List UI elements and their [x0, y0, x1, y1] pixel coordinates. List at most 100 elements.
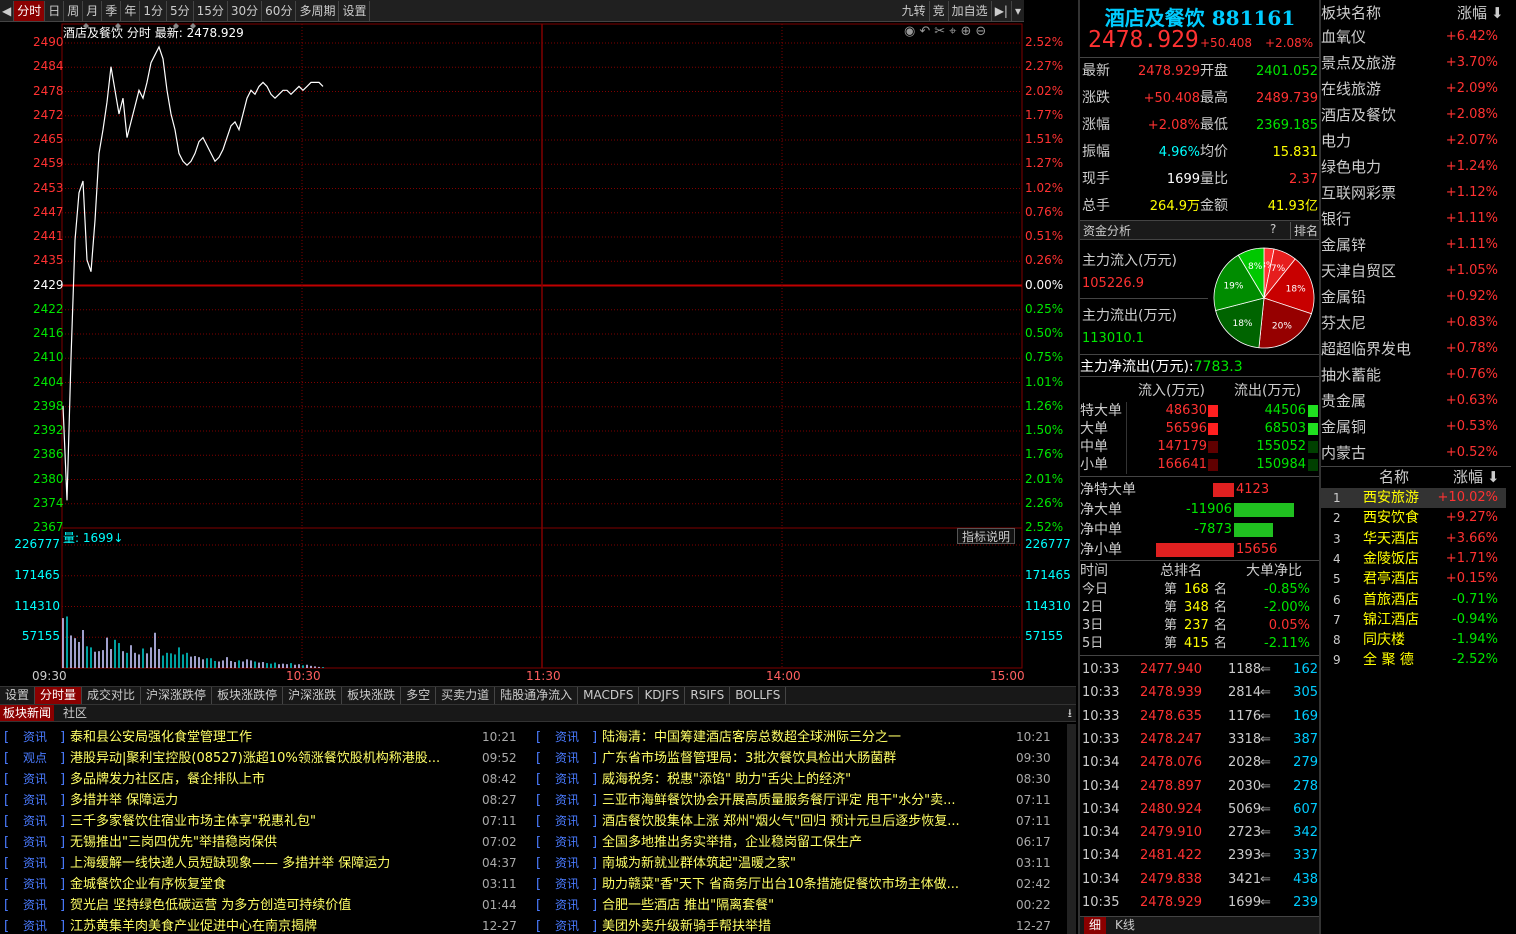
news-item[interactable]: [资讯] 贺光启 坚持绿色低碳运营 为多方创造可持续价值 01:44	[4, 895, 522, 916]
stock-header-name[interactable]: 名称	[1379, 467, 1409, 487]
news-title[interactable]: 港股异动|聚利宝控股(08527)涨超10%领涨餐饮股机构称港股...	[70, 748, 478, 769]
sector-item[interactable]: 金属锌 +1.11%	[1321, 232, 1506, 258]
goto-end-icon[interactable]: ▶|	[992, 1, 1012, 21]
sector-item[interactable]: 抽水蓄能 +0.76%	[1321, 362, 1506, 388]
news-item[interactable]: [资讯] 多措并举 保障运力 08:27	[4, 790, 522, 811]
sector-item[interactable]: 血氧仪 +6.42%	[1321, 24, 1506, 50]
indicator-tab-12[interactable]: RSIFS	[685, 687, 731, 704]
period-tab-1[interactable]: 日	[45, 0, 65, 21]
news-item[interactable]: [资讯] 南城为新就业群体筑起"温暖之家" 03:11	[536, 853, 1056, 874]
sector-item[interactable]: 内蒙古 +0.52%	[1321, 440, 1506, 466]
period-tab-3[interactable]: 月	[83, 0, 103, 21]
fund-help-button[interactable]: ?	[1270, 222, 1276, 236]
period-tab-7[interactable]: 5分	[167, 0, 194, 21]
indicator-tab-6[interactable]: 板块涨跌	[342, 687, 402, 704]
tab-kline[interactable]: K线	[1110, 917, 1140, 934]
news-item[interactable]: [资讯] 泰和县公安局强化食堂管理工作 10:21	[4, 727, 522, 748]
toolbar-right-item-0[interactable]: 九转	[899, 1, 930, 21]
indicator-tab-5[interactable]: 沪深涨跌	[283, 687, 343, 704]
sector-item[interactable]: 在线旅游 +2.09%	[1321, 76, 1506, 102]
news-scrollbar[interactable]	[1067, 724, 1076, 934]
news-item[interactable]: [资讯] 助力赣菜"香"天下 省商务厅出台10条措施促餐饮市场主体做... 02:4…	[536, 874, 1056, 895]
sort-desc-icon[interactable]: ⬇	[1491, 0, 1504, 26]
period-tab-4[interactable]: 季	[102, 0, 122, 21]
sector-item[interactable]: 互联网彩票 +1.12%	[1321, 180, 1506, 206]
news-item[interactable]: [资讯] 三亚市海鲜餐饮协会开展高质量服务餐厅评定 甩干"水分"卖... 07:11	[536, 790, 1056, 811]
dropdown-icon[interactable]: ▾	[1012, 1, 1024, 21]
news-item[interactable]: [资讯] 美团外卖升级新骑手帮扶举措 12-27	[536, 916, 1056, 934]
news-title[interactable]: 威海税务：税惠"添馅" 助力"舌尖上的经济"	[602, 769, 1010, 790]
indicator-help-button[interactable]: 指标说明	[957, 528, 1016, 544]
sector-item[interactable]: 银行 +1.11%	[1321, 206, 1506, 232]
sector-item[interactable]: 景点及旅游 +3.70%	[1321, 50, 1506, 76]
news-item[interactable]: [资讯] 广东省市场监督管理局：3批次餐饮具检出大肠菌群 09:30	[536, 748, 1056, 769]
sector-header-name[interactable]: 板块名称	[1321, 0, 1381, 26]
news-item[interactable]: [资讯] 全国多地推出务实举措，企业稳岗留工保生产 06:17	[536, 832, 1056, 853]
news-item[interactable]: [资讯] 金城餐饮企业有序恢复堂食 03:11	[4, 874, 522, 895]
period-tab-2[interactable]: 周	[64, 0, 84, 21]
stock-item[interactable]: 5 君亭酒店 +0.15%	[1321, 569, 1506, 589]
indicator-tab-3[interactable]: 沪深涨跌停	[141, 687, 213, 704]
stock-item[interactable]: 8 同庆楼 -1.94%	[1321, 630, 1506, 650]
news-item[interactable]: [资讯] 合肥一些酒店 推出"隔离套餐" 00:22	[536, 895, 1056, 916]
sector-item[interactable]: 金属铜 +0.53%	[1321, 414, 1506, 440]
fund-rank-button[interactable]: 排名	[1290, 222, 1318, 239]
tab-community[interactable]: 社区	[60, 705, 90, 721]
news-title[interactable]: 多措并举 保障运力	[70, 790, 478, 811]
indicator-tab-13[interactable]: BOLLFS	[730, 687, 787, 704]
news-item[interactable]: [资讯] 酒店餐饮股集体上涨 郑州"烟火气"回归 预计元旦后逐步恢复... 07:1…	[536, 811, 1056, 832]
indicator-tab-1[interactable]: 分时量	[35, 687, 83, 704]
stock-item[interactable]: 7 锦江酒店 -0.94%	[1321, 610, 1506, 630]
period-tab-12[interactable]: 设置	[339, 0, 371, 21]
indicator-tab-7[interactable]: 多空	[401, 687, 437, 704]
sector-item[interactable]: 天津自贸区 +1.05%	[1321, 258, 1506, 284]
period-tab-5[interactable]: 年	[121, 0, 141, 21]
period-tab-8[interactable]: 15分	[194, 0, 228, 21]
stock-item[interactable]: 4 金陵饭店 +1.71%	[1321, 549, 1506, 569]
news-title[interactable]: 多品牌发力社区店，餐企排队上市	[70, 769, 478, 790]
sector-item[interactable]: 超超临界发电 +0.78%	[1321, 336, 1506, 362]
period-tab-6[interactable]: 1分	[140, 0, 167, 21]
news-title[interactable]: 合肥一些酒店 推出"隔离套餐"	[602, 895, 1010, 916]
news-title[interactable]: 广东省市场监督管理局：3批次餐饮具检出大肠菌群	[602, 748, 1010, 769]
download-icon[interactable]: ⭳	[1068, 705, 1072, 721]
stock-item[interactable]: 2 西安饮食 +9.27%	[1321, 508, 1506, 528]
indicator-tab-0[interactable]: 设置	[0, 687, 36, 704]
news-item[interactable]: [资讯] 上海缓解一线快递人员短缺现象—— 多措并举 保障运力 04:37	[4, 853, 522, 874]
sort-desc-icon[interactable]: ⬇	[1487, 467, 1500, 487]
news-title[interactable]: 贺光启 坚持绿色低碳运营 为多方创造可持续价值	[70, 895, 478, 916]
indicator-tab-2[interactable]: 成交对比	[82, 687, 142, 704]
back-arrow-icon[interactable]: ◀	[0, 0, 15, 21]
stock-item[interactable]: 6 首旅酒店 -0.71%	[1321, 590, 1506, 610]
indicator-tab-10[interactable]: MACDFS	[578, 687, 640, 704]
news-item[interactable]: [资讯] 威海税务：税惠"添馅" 助力"舌尖上的经济" 08:30	[536, 769, 1056, 790]
sector-item[interactable]: 绿色电力 +1.24%	[1321, 154, 1506, 180]
news-title[interactable]: 酒店餐饮股集体上涨 郑州"烟火气"回归 预计元旦后逐步恢复...	[602, 811, 1010, 832]
news-item[interactable]: [观点] 港股异动|聚利宝控股(08527)涨超10%领涨餐饮股机构称港股... 0…	[4, 748, 522, 769]
period-tab-0[interactable]: 分时	[14, 0, 46, 21]
toolbar-right-item-1[interactable]: 竞	[930, 1, 949, 21]
indicator-tab-4[interactable]: 板块涨跌停	[212, 687, 284, 704]
news-title[interactable]: 无锡推出"三岗四优先"举措稳岗保供	[70, 832, 478, 853]
news-title[interactable]: 金城餐饮企业有序恢复堂食	[70, 874, 478, 895]
tab-sector-news[interactable]: 板块新闻	[0, 705, 55, 721]
sector-item[interactable]: 电力 +2.07%	[1321, 128, 1506, 154]
news-item[interactable]: [资讯] 多品牌发力社区店，餐企排队上市 08:42	[4, 769, 522, 790]
news-title[interactable]: 上海缓解一线快递人员短缺现象—— 多措并举 保障运力	[70, 853, 478, 874]
period-tab-11[interactable]: 多周期	[296, 0, 340, 21]
news-item[interactable]: [资讯] 无锡推出"三岗四优先"举措稳岗保供 07:02	[4, 832, 522, 853]
news-title[interactable]: 泰和县公安局强化食堂管理工作	[70, 727, 478, 748]
sector-item[interactable]: 芬太尼 +0.83%	[1321, 310, 1506, 336]
news-item[interactable]: [资讯] 陆海清：中国筹建酒店客房总数超全球洲际三分之一 10:21	[536, 727, 1056, 748]
news-title[interactable]: 助力赣菜"香"天下 省商务厅出台10条措施促餐饮市场主体做...	[602, 874, 1010, 895]
period-tab-10[interactable]: 60分	[262, 0, 297, 21]
intraday-chart[interactable]	[0, 22, 1076, 686]
news-title[interactable]: 全国多地推出务实举措，企业稳岗留工保生产	[602, 832, 1010, 853]
news-title[interactable]: 陆海清：中国筹建酒店客房总数超全球洲际三分之一	[602, 727, 1010, 748]
stock-item[interactable]: 1 西安旅游 +10.02%	[1321, 488, 1506, 508]
stock-item[interactable]: 9 全 聚 德 -2.52%	[1321, 650, 1506, 670]
indicator-tab-9[interactable]: 陆股通净流入	[495, 687, 579, 704]
indicator-tab-8[interactable]: 买卖力道	[436, 687, 496, 704]
stock-header-pct[interactable]: 涨幅	[1453, 467, 1483, 487]
news-title[interactable]: 江苏黄集羊肉美食产业促进中心在南京揭牌	[70, 916, 478, 934]
